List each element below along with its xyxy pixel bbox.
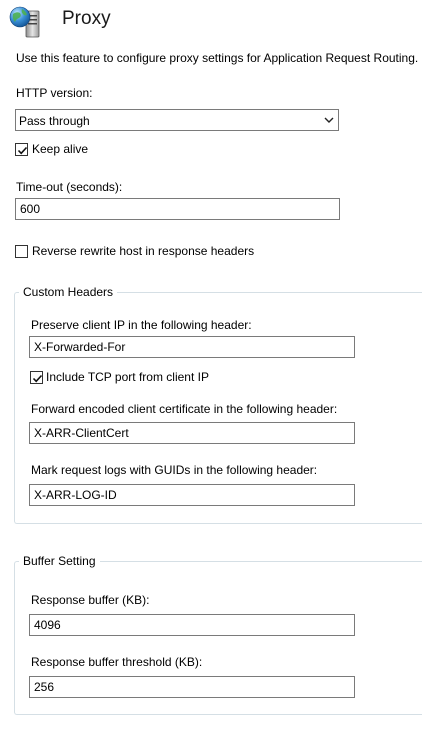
http-version-selected-value: Pass through	[19, 114, 90, 128]
preserve-ip-label: Preserve client IP in the following head…	[31, 318, 252, 332]
page-title: Proxy	[62, 8, 111, 29]
keep-alive-label: Keep alive	[32, 142, 89, 156]
response-buffer-threshold-input[interactable]	[29, 676, 355, 698]
globe-server-icon	[8, 5, 44, 39]
log-guid-input[interactable]	[29, 484, 355, 506]
custom-headers-title: Custom Headers	[19, 285, 118, 299]
timeout-label: Time-out (seconds):	[16, 180, 123, 194]
reverse-rewrite-checkbox[interactable]	[15, 245, 28, 258]
checkmark-icon	[32, 374, 43, 383]
checkmark-icon	[17, 146, 28, 155]
preserve-ip-input[interactable]	[29, 336, 355, 358]
buffer-setting-title: Buffer Setting	[19, 554, 100, 568]
reverse-rewrite-label: Reverse rewrite host in response headers	[32, 244, 255, 258]
http-version-select[interactable]: Pass through	[15, 109, 339, 131]
keep-alive-checkbox[interactable]	[15, 143, 28, 156]
include-tcp-port-label: Include TCP port from client IP	[46, 370, 209, 384]
response-buffer-label: Response buffer (KB):	[31, 593, 150, 607]
timeout-input[interactable]	[15, 198, 340, 220]
http-version-label: HTTP version:	[16, 86, 93, 100]
page-description: Use this feature to configure proxy sett…	[16, 51, 419, 65]
chevron-down-icon	[323, 114, 335, 126]
response-buffer-input[interactable]	[29, 614, 355, 636]
log-guid-label: Mark request logs with GUIDs in the foll…	[31, 463, 318, 477]
client-cert-input[interactable]	[29, 422, 355, 444]
response-buffer-threshold-label: Response buffer threshold (KB):	[31, 655, 203, 669]
include-tcp-port-checkbox[interactable]	[30, 371, 43, 384]
client-cert-label: Forward encoded client certificate in th…	[31, 402, 338, 416]
